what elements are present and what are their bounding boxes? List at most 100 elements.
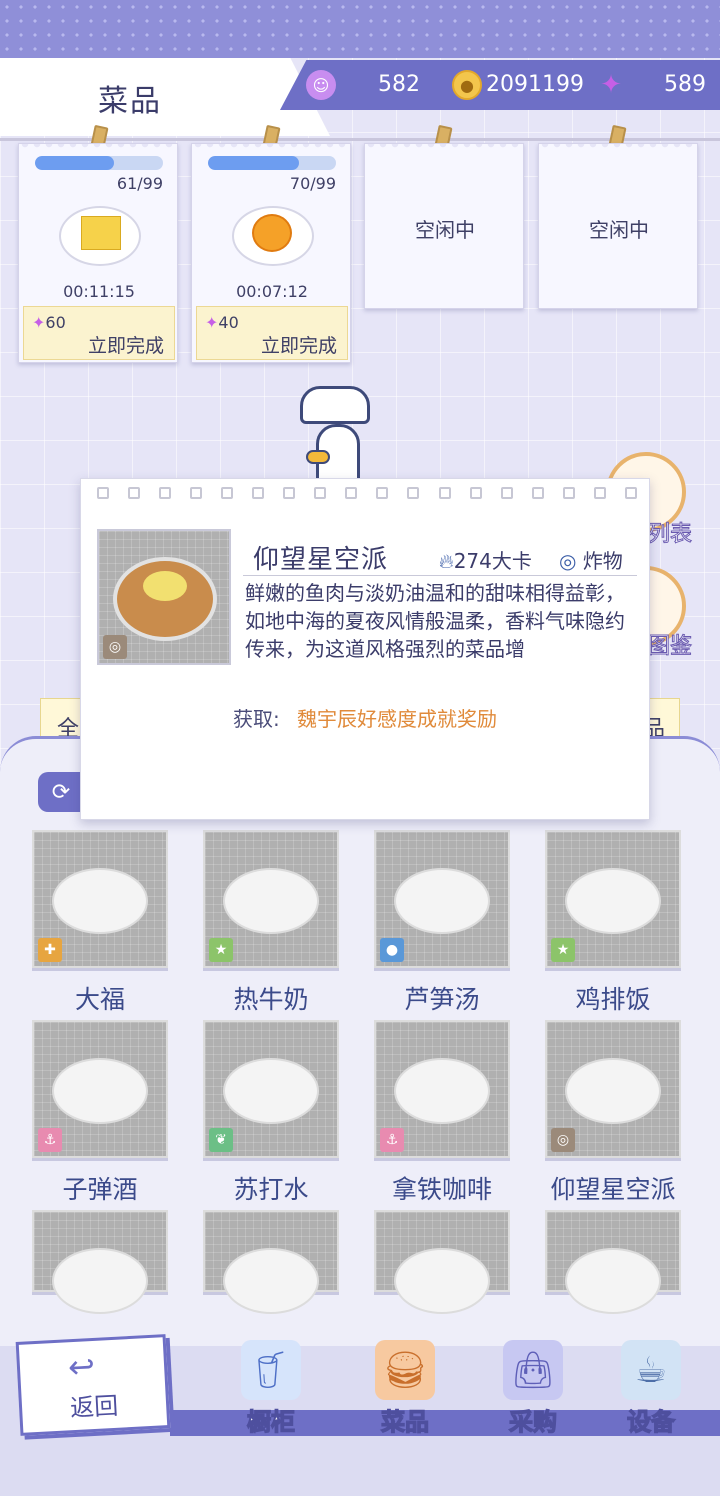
- leaf-icon: ❦: [209, 1128, 233, 1152]
- dish-plate-icon: [52, 868, 148, 934]
- coin-icon: ●: [452, 70, 482, 100]
- chef-goose-icon: [296, 386, 376, 486]
- orange-plate-icon: [232, 206, 314, 266]
- nav-item-cabinet[interactable]: 🥤︎ 橱柜: [216, 1340, 326, 1437]
- dish-card[interactable]: [374, 1210, 510, 1314]
- cooking-slot-3[interactable]: 空闲中: [364, 143, 524, 309]
- dish-plate-icon: [565, 1058, 661, 1124]
- finish-now-label: 立即完成: [260, 335, 337, 357]
- dish-plate-icon: [223, 868, 319, 934]
- obtain-source: 魏宇辰好感度成就奖励: [297, 707, 497, 731]
- progress-bar: [35, 156, 163, 170]
- crystal-plus-icon[interactable]: ✦: [596, 70, 626, 100]
- finish-cost: ✦40: [205, 313, 239, 332]
- slot-count: 61/99: [116, 174, 163, 193]
- gem-count: 582: [378, 72, 420, 97]
- shell-icon: ◎: [551, 1128, 575, 1152]
- progress-fill: [208, 156, 299, 170]
- dish-plate-icon: [394, 868, 490, 934]
- dish-card[interactable]: [545, 1210, 681, 1314]
- dish-plate-icon: [52, 1058, 148, 1124]
- slot-timer: 00:11:15: [63, 282, 135, 301]
- butter-plate-icon: [59, 206, 141, 266]
- refresh-icon[interactable]: ⟳: [38, 772, 84, 812]
- dish-name: 仰望星空派: [253, 545, 389, 575]
- progress-fill: [35, 156, 115, 170]
- coffee-machine-icon: ☕︎: [621, 1340, 681, 1400]
- nav-label: 菜品: [380, 1407, 429, 1436]
- dish-plate-icon: [565, 1248, 661, 1314]
- back-label: 返回: [69, 1391, 119, 1423]
- burger-icon: 🍔︎: [375, 1340, 435, 1400]
- star-icon: ★: [209, 938, 233, 962]
- cooking-slot-2[interactable]: 70/99 00:07:12 ✦40 立即完成: [191, 143, 351, 363]
- nav-item-dishes[interactable]: 🍔︎ 菜品: [350, 1340, 460, 1437]
- anchor-icon: ⚓: [38, 1128, 62, 1152]
- shell-icon: ◎: [103, 635, 127, 659]
- dish-type-value: 炸物: [582, 549, 623, 573]
- puzzle-icon: ✚: [38, 938, 62, 962]
- nav-label: 设备: [626, 1407, 675, 1436]
- dish-card[interactable]: ⚓: [32, 1020, 168, 1158]
- finish-cost-value: 40: [218, 313, 239, 332]
- list-label: 列表: [647, 522, 693, 548]
- idle-label: 空闲中: [415, 218, 475, 242]
- cooking-slot-1[interactable]: 61/99 00:11:15 ✦60 立即完成: [18, 143, 178, 363]
- back-arrow-icon: ↩: [67, 1346, 96, 1387]
- dish-card[interactable]: ★: [545, 830, 681, 968]
- calories: 🔥︎274大卡: [439, 545, 532, 574]
- dish-detail-popup: ◎ 仰望星空派 🔥︎274大卡 ◎ 炸物 鲜嫩的鱼肉与淡奶油温和的甜味相得益彰，…: [80, 478, 650, 820]
- shopping-bag-icon: 👜︎: [503, 1340, 563, 1400]
- dish-plate-icon: [223, 1248, 319, 1314]
- back-button[interactable]: ↩ 返回: [15, 1334, 171, 1436]
- slot-count: 70/99: [289, 174, 336, 193]
- swirl-icon: ◎: [559, 549, 577, 573]
- dish-card[interactable]: ◎: [545, 1020, 681, 1158]
- dish-name-label: 大福: [74, 985, 125, 1014]
- nav-item-equipment[interactable]: ☕︎ 设备: [596, 1340, 706, 1437]
- progress-bar: [208, 156, 336, 170]
- drink-icon: 🥤︎: [241, 1340, 301, 1400]
- idle-label: 空闲中: [589, 218, 649, 242]
- dish-card[interactable]: ✚: [32, 830, 168, 968]
- slot-timer: 00:07:12: [236, 282, 308, 301]
- finish-now-button[interactable]: ✦40 立即完成: [196, 306, 348, 360]
- nav-item-purchase[interactable]: 👜︎ 采购: [478, 1340, 588, 1437]
- dish-card[interactable]: ★: [203, 830, 339, 968]
- calories-value: 274大卡: [453, 549, 532, 573]
- dish-card[interactable]: ⚓: [374, 1020, 510, 1158]
- nav-label: 橱柜: [246, 1407, 295, 1436]
- finish-cost: ✦60: [32, 313, 66, 332]
- dish-name-label: 芦笋汤: [404, 985, 480, 1014]
- flame-icon: 🔥︎: [439, 549, 454, 573]
- obtain-label: 获取:: [233, 707, 280, 731]
- nav-label: 采购: [508, 1407, 557, 1436]
- top-decoration-strip: [0, 0, 720, 58]
- title-tab: [0, 58, 330, 136]
- dish-card[interactable]: ❦: [203, 1020, 339, 1158]
- dish-name-label: 仰望星空派: [550, 1175, 676, 1204]
- dish-name-label: 鸡排饭: [575, 985, 651, 1014]
- finish-now-button[interactable]: ✦60 立即完成: [23, 306, 175, 360]
- dish-card[interactable]: [32, 1210, 168, 1314]
- page-title: 菜品: [98, 84, 162, 119]
- smile-gem-icon: ☺: [306, 70, 336, 100]
- dish-card[interactable]: [203, 1210, 339, 1314]
- crystal-icon: ✦: [32, 313, 46, 332]
- bulb-icon: ●: [380, 938, 404, 962]
- star-icon: ★: [551, 938, 575, 962]
- finish-cost-value: 60: [45, 313, 66, 332]
- dish-name-label: 苏打水: [233, 1175, 309, 1204]
- dish-description: 鲜嫩的鱼肉与淡奶油温和的甜味相得益彰，如地中海的夏夜风情般温柔，香料气味隐约传来…: [245, 581, 625, 661]
- dish-card[interactable]: ●: [374, 830, 510, 968]
- dish-plate-icon: [52, 1248, 148, 1314]
- divider: [243, 575, 637, 576]
- dish-name-label: 拿铁咖啡: [391, 1175, 492, 1204]
- collection-label: 图鉴: [647, 634, 693, 660]
- crystal-count: 589: [664, 72, 706, 97]
- notebook-holes: [97, 487, 637, 501]
- cooking-slot-4[interactable]: 空闲中: [538, 143, 698, 309]
- dish-plate-icon: [394, 1058, 490, 1124]
- finish-now-label: 立即完成: [87, 335, 164, 357]
- anchor-icon: ⚓: [380, 1128, 404, 1152]
